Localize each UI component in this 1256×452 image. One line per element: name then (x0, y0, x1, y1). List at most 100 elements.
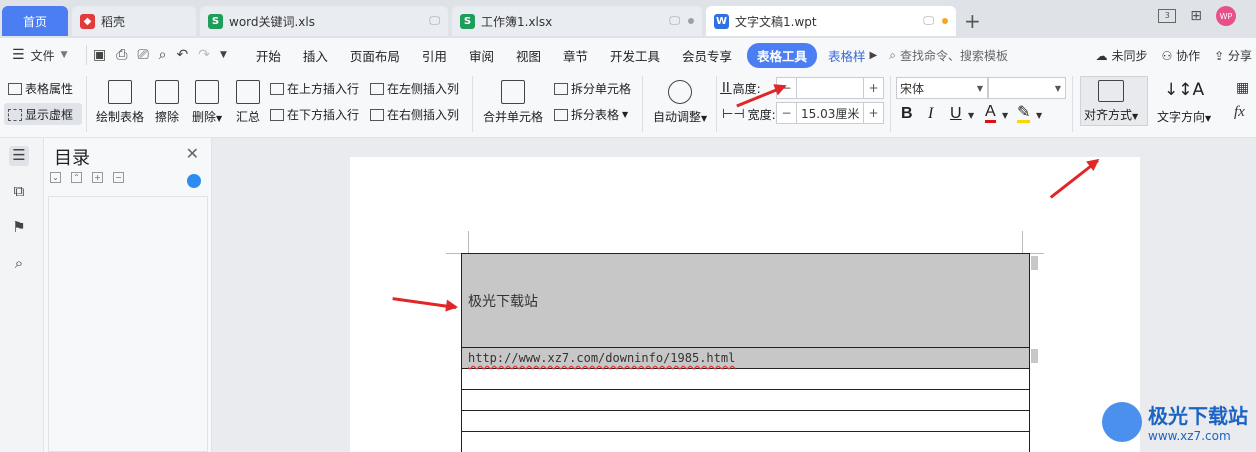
collapse-icon[interactable]: ⌄ (50, 172, 61, 183)
bold-icon[interactable]: B (901, 105, 913, 123)
chevron-right-icon[interactable]: ▶ (870, 50, 878, 61)
monitor-icon: 🖵 (669, 14, 680, 27)
table-properties-button[interactable]: 表格属性 (8, 80, 73, 97)
font-size-select[interactable]: ▼ (988, 77, 1066, 99)
insert-column-left-button[interactable]: 在左侧插入列 (370, 80, 459, 97)
layout-icon[interactable]: 3 (1158, 9, 1177, 23)
tab-workbook[interactable]: S 工作簿1.xlsx 🖵 (452, 6, 702, 36)
button-label: 自动调整 (653, 110, 702, 124)
alignment-button-content[interactable]: 对齐方式▼ (1084, 80, 1138, 123)
export-pdf-icon[interactable]: ⎙ (116, 47, 127, 63)
tab-document-active[interactable]: W 文字文稿1.wpt 🖵 (706, 6, 956, 36)
summary-button[interactable]: 汇总 (236, 80, 260, 125)
close-icon[interactable]: ✕ (186, 144, 199, 163)
toc-icon[interactable]: ☰ (9, 146, 29, 166)
table-cell[interactable] (461, 431, 1030, 452)
table-row[interactable] (461, 431, 1030, 452)
sync-button[interactable]: ☁ 未同步 (1096, 47, 1148, 64)
menu-item-member[interactable]: 会员专享 (671, 46, 743, 65)
ai-assistant-icon[interactable] (187, 174, 201, 188)
table-row[interactable]: http://www.xz7.com/downinfo/1985.html (461, 347, 1030, 369)
tab-home[interactable]: 首页 (2, 6, 68, 36)
menu-item-table-style[interactable]: 表格样 (817, 46, 870, 65)
menu-item-table-tools[interactable]: 表格工具 (747, 42, 818, 68)
document-table[interactable]: 极光下载站 http://www.xz7.com/downinfo/1985.h… (461, 253, 1030, 452)
menu-item-references[interactable]: 引用 (411, 46, 458, 65)
height-increase-button[interactable]: + (863, 78, 883, 98)
menu-item-layout[interactable]: 页面布局 (339, 46, 411, 65)
insert-column-right-button[interactable]: 在右侧插入列 (370, 106, 459, 123)
add-level-icon[interactable]: + (92, 172, 103, 183)
menu-item-view[interactable]: 视图 (505, 46, 552, 65)
button-label: 在右侧插入列 (387, 108, 460, 122)
file-menu[interactable]: ☰ 文件 ▼ (0, 47, 86, 64)
menu-item-chapter[interactable]: 章节 (552, 46, 599, 65)
share-button[interactable]: ⇪ 分享 (1214, 47, 1252, 64)
print-preview-icon[interactable]: ⌕ (159, 47, 167, 63)
command-search[interactable]: ⌕ 查找命令、搜索模板 (889, 47, 1008, 64)
delete-button[interactable]: 删除▼ (192, 80, 222, 125)
chevron-down-icon[interactable]: ▼ (220, 50, 227, 60)
width-increase-button[interactable]: + (863, 103, 883, 123)
menu-item-start[interactable]: 开始 (245, 46, 292, 65)
avatar[interactable]: WP (1216, 6, 1236, 26)
table-cell[interactable] (461, 389, 1030, 411)
height-input[interactable]: − + (776, 77, 884, 99)
row-resize-handle[interactable] (1031, 349, 1038, 363)
menu-item-review[interactable]: 审阅 (458, 46, 505, 65)
new-tab-plus-icon[interactable]: + (964, 9, 981, 33)
toc-toolbar: ⌄ ⌃ + − (50, 172, 124, 183)
text-direction-button[interactable]: ↓↕A 文字方向▼ (1157, 80, 1211, 125)
expand-icon[interactable]: ⌃ (71, 172, 82, 183)
chevron-down-icon[interactable]: ▼ (1036, 111, 1042, 120)
font-color-icon[interactable]: A (985, 104, 996, 123)
table-cell[interactable] (461, 410, 1030, 432)
split-table-button[interactable]: 拆分表格 ▼ (554, 106, 628, 123)
formula-fx-icon[interactable]: fx (1234, 104, 1245, 121)
split-cell-button[interactable]: 拆分单元格 (554, 80, 631, 97)
highlight-icon[interactable]: ✎ (1017, 104, 1031, 123)
font-name-select[interactable]: 宋体 ▼ (896, 77, 988, 99)
menu-item-insert[interactable]: 插入 (292, 46, 339, 65)
erase-button[interactable]: 擦除 (155, 80, 179, 125)
auto-fit-button[interactable]: 自动调整▼ (653, 80, 707, 125)
save-icon[interactable]: ▣ (93, 47, 106, 63)
table-cell[interactable]: 极光下载站 (461, 253, 1030, 348)
undo-icon[interactable]: ↶ (176, 47, 188, 63)
chevron-down-icon[interactable]: ▼ (1002, 111, 1008, 120)
table-row[interactable] (461, 389, 1030, 411)
draw-table-button[interactable]: 绘制表格 (96, 80, 144, 125)
tab-docer[interactable]: ◆ 稻壳 (72, 6, 196, 36)
remove-level-icon[interactable]: − (113, 172, 124, 183)
insert-row-below-button[interactable]: 在下方插入行 (270, 106, 359, 123)
table-row[interactable] (461, 410, 1030, 432)
chevron-down-icon[interactable]: ▼ (968, 111, 974, 120)
underline-icon[interactable]: U (950, 105, 962, 123)
table-cell[interactable] (461, 368, 1030, 390)
align-icon (1098, 80, 1125, 102)
redo-icon[interactable]: ↷ (198, 47, 210, 63)
menu-item-developer[interactable]: 开发工具 (599, 46, 671, 65)
width-input[interactable]: − 15.03厘米 + (776, 102, 884, 124)
button-label: 擦除 (155, 110, 180, 124)
table-cell[interactable]: http://www.xz7.com/downinfo/1985.html (461, 347, 1030, 369)
summary-icon (236, 80, 260, 104)
print-icon[interactable]: ⎚ (137, 47, 148, 63)
collab-button[interactable]: ⚇ 协作 (1161, 47, 1200, 64)
chevron-down-icon: ▼ (701, 114, 708, 123)
width-decrease-button[interactable]: − (777, 103, 797, 123)
row-resize-handle[interactable] (1031, 256, 1038, 270)
table-row[interactable] (461, 368, 1030, 390)
merge-cells-button[interactable]: 合并单元格 (483, 80, 543, 125)
tab-xls-keywords[interactable]: S word关键词.xls 🖵 (200, 6, 448, 36)
folder-icon[interactable]: ⧉ (9, 182, 29, 202)
insert-row-above-button[interactable]: 在上方插入行 (270, 80, 359, 97)
bookmark-icon[interactable]: ⚑ (9, 218, 29, 238)
show-gridlines-button[interactable]: 显示虚框 (8, 106, 73, 123)
grid-apps-icon[interactable]: ⊞ (1190, 8, 1202, 24)
italic-icon[interactable]: I (928, 105, 933, 123)
table-row[interactable]: 极光下载站 (461, 253, 1030, 348)
button-label: 拆分单元格 (571, 82, 632, 96)
formula-table-icon[interactable]: ▦ (1236, 80, 1249, 96)
search-icon[interactable]: ⌕ (9, 254, 29, 274)
